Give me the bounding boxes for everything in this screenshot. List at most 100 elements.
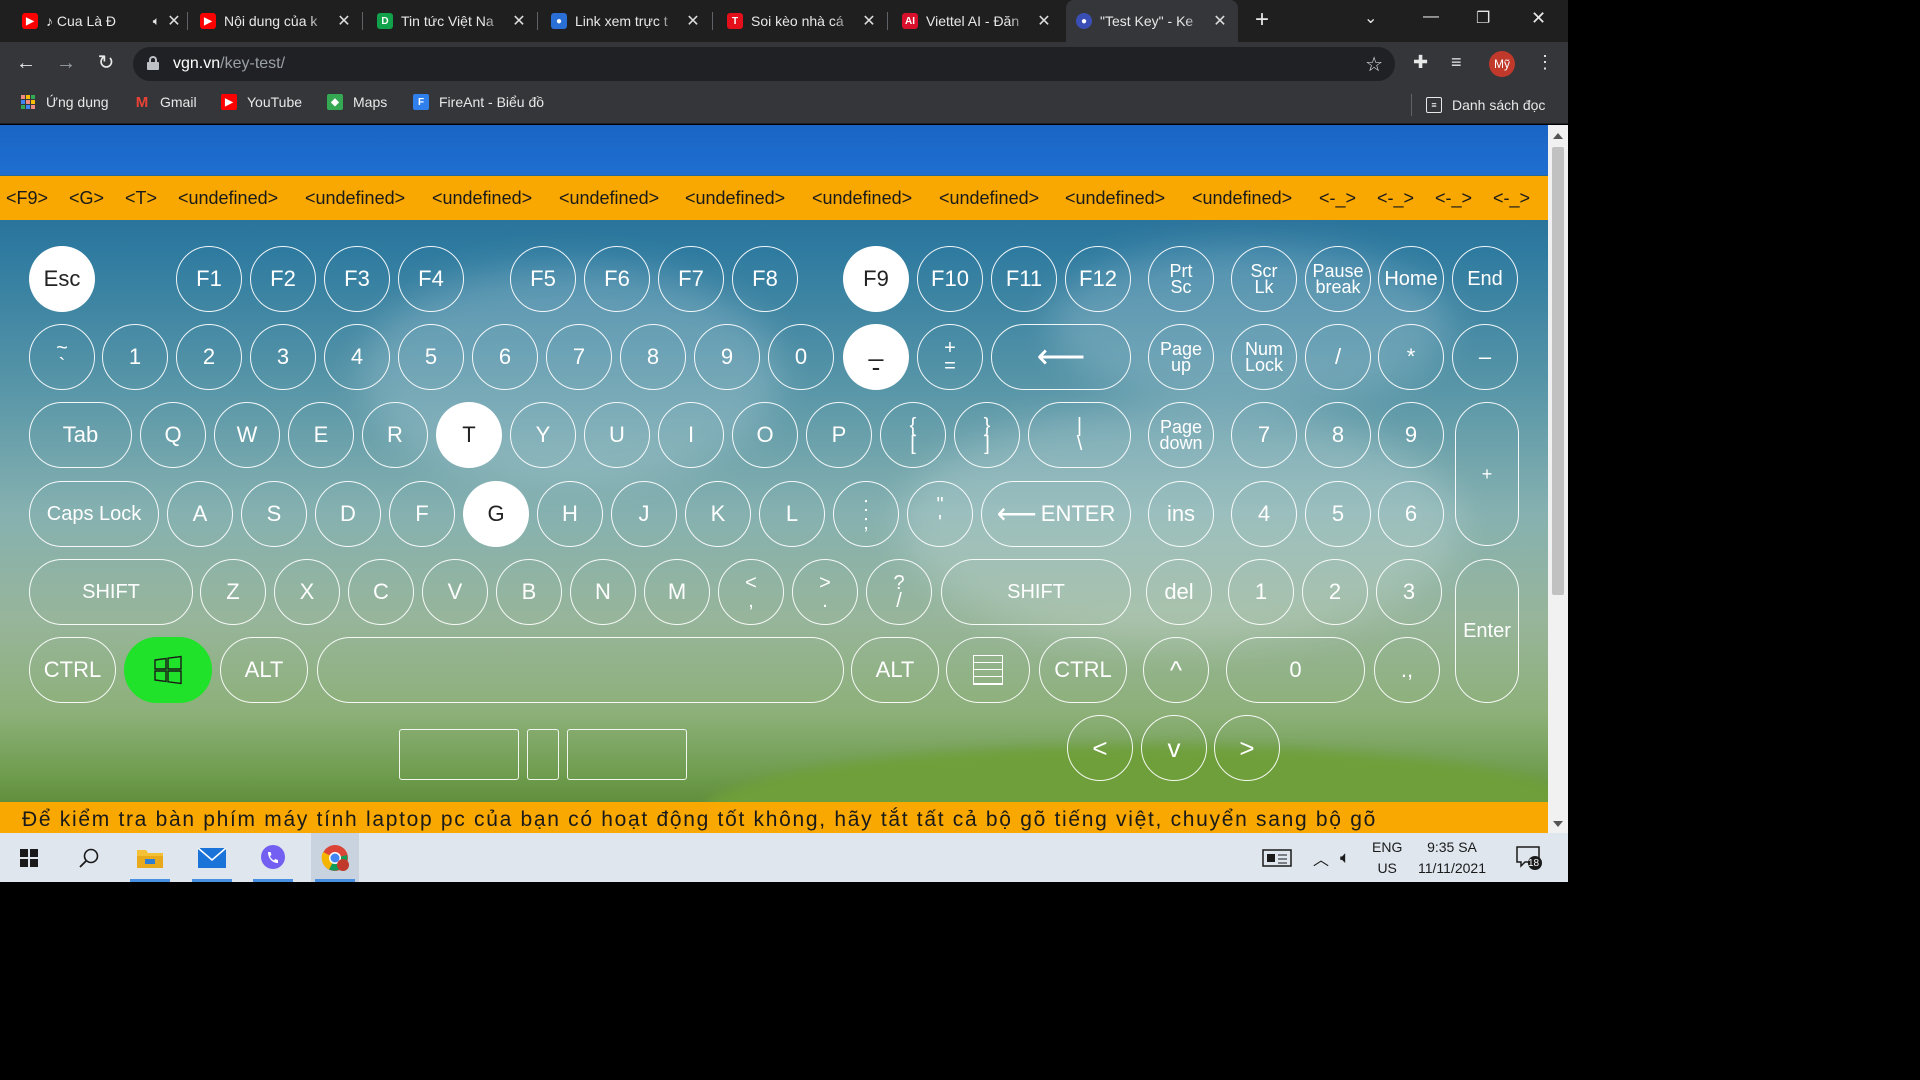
key-u[interactable]: U [584,402,650,468]
key-arrow-down[interactable]: v [1141,715,1207,781]
tab-5[interactable]: T Soi kèo nhà cá ✕ [727,6,877,36]
key-numpad-add[interactable]: + [1455,402,1519,546]
key-pause-break[interactable]: Pause break [1305,246,1371,312]
tab-4[interactable]: ● Link xem trực t ✕ [551,6,701,36]
key-f10[interactable]: F10 [917,246,983,312]
key-numpad-decimal[interactable]: ., [1374,637,1440,703]
key-enter[interactable]: ⟵ ENTER [981,481,1131,547]
key-right-bracket[interactable]: }] [954,402,1020,468]
search-button[interactable] [65,833,113,882]
key-semicolon[interactable]: :; [833,481,899,547]
start-button[interactable] [5,833,53,882]
address-bar[interactable]: vgn.vn/key-test/ ☆ [133,47,1395,81]
key-f7[interactable]: F7 [658,246,724,312]
key-t[interactable]: T [436,402,502,468]
key-c[interactable]: C [348,559,414,625]
lock-icon[interactable] [147,56,159,70]
key-quote[interactable]: " ' [907,481,973,547]
key-b[interactable]: B [496,559,562,625]
new-tab-button[interactable]: + [1255,8,1269,32]
bookmark-star-icon[interactable]: ☆ [1365,52,1383,77]
key-o[interactable]: O [732,402,798,468]
key-numpad-7[interactable]: 7 [1231,402,1297,468]
key-5[interactable]: 5 [398,324,464,390]
key-i[interactable]: I [658,402,724,468]
key-numpad-0[interactable]: 0 [1226,637,1365,703]
key-arrow-up[interactable]: ^ [1143,637,1209,703]
key-arrow-right[interactable]: > [1214,715,1280,781]
key-esc[interactable]: Esc [29,246,95,312]
reload-icon[interactable]: ↻ [94,52,118,74]
key-e[interactable]: E [288,402,354,468]
key-numpad-2[interactable]: 2 [1302,559,1368,625]
key-left-ctrl[interactable]: CTRL [29,637,116,703]
restore-icon[interactable]: ❐ [1476,8,1490,28]
key-j[interactable]: J [611,481,677,547]
tab-search-chevron-icon[interactable]: ⌄ [1364,8,1377,28]
scrollbar-thumb[interactable] [1552,147,1564,595]
show-hidden-icons-chevron-icon[interactable]: ︿ [1313,833,1329,882]
key-v[interactable]: V [422,559,488,625]
key-numpad-6[interactable]: 6 [1378,481,1444,547]
key-windows[interactable] [124,637,212,703]
key-numpad-8[interactable]: 8 [1305,402,1371,468]
key-arrow-left[interactable]: < [1067,715,1133,781]
key-f11[interactable]: F11 [991,246,1057,312]
key-period[interactable]: >. [792,559,858,625]
key-left-shift[interactable]: SHIFT [29,559,193,625]
news-widget-icon[interactable] [1262,833,1292,882]
key-w[interactable]: W [214,402,280,468]
key-f1[interactable]: F1 [176,246,242,312]
key-3[interactable]: 3 [250,324,316,390]
tab-2[interactable]: ▶ Nội dung của k ✕ [200,6,352,36]
tab-7-active[interactable]: ● "Test Key" - Ke ✕ [1066,0,1238,42]
key-0[interactable]: 0 [768,324,834,390]
url-text[interactable]: vgn.vn/key-test/ [173,55,285,73]
notification-center-icon[interactable]: 18 [1515,833,1543,882]
key-k[interactable]: K [685,481,751,547]
key-numpad-divide[interactable]: / [1305,324,1371,390]
chrome-button[interactable] [311,833,359,882]
close-icon[interactable]: ✕ [861,11,877,31]
key-1[interactable]: 1 [102,324,168,390]
key-num-lock[interactable]: Num Lock [1231,324,1297,390]
profile-avatar[interactable]: Mỹ [1489,51,1515,77]
close-icon[interactable]: ✕ [166,11,182,31]
close-window-icon[interactable]: ✕ [1531,8,1546,29]
system-clock[interactable]: 9:35 SA 11/11/2021 [1412,837,1492,879]
key-backslash[interactable]: | \ [1028,402,1131,468]
key-2[interactable]: 2 [176,324,242,390]
key-f4[interactable]: F4 [398,246,464,312]
speaker-icon[interactable]: 🔈︎ [153,14,160,29]
key-caps-lock[interactable]: Caps Lock [29,481,159,547]
key-f9[interactable]: F9 [843,246,909,312]
scroll-down-icon[interactable] [1553,821,1563,827]
key-insert[interactable]: ins [1148,481,1214,547]
bookmark-maps[interactable]: ◆ Maps [327,94,387,110]
key-home[interactable]: Home [1378,246,1444,312]
key-f3[interactable]: F3 [324,246,390,312]
key-context-menu[interactable] [946,637,1030,703]
key-left-bracket[interactable]: {[ [880,402,946,468]
key-x[interactable]: X [274,559,340,625]
media-control-icon[interactable]: ≡ [1451,52,1462,73]
key-m[interactable]: M [644,559,710,625]
file-explorer-button[interactable] [126,833,174,882]
key-q[interactable]: Q [140,402,206,468]
key-numpad-3[interactable]: 3 [1376,559,1442,625]
key-6[interactable]: 6 [472,324,538,390]
key-numpad-subtract[interactable]: – [1452,324,1518,390]
forward-arrow-icon[interactable]: → [54,52,78,74]
tab-6[interactable]: AI Viettel AI - Đăn ✕ [902,6,1052,36]
bookmark-youtube[interactable]: ▶ YouTube [221,94,302,110]
key-d[interactable]: D [315,481,381,547]
key-numpad-multiply[interactable]: * [1378,324,1444,390]
mail-button[interactable] [188,833,236,882]
minimize-icon[interactable]: — [1423,8,1439,26]
input-language-indicator[interactable]: ENG US [1372,837,1402,879]
key-left-alt[interactable]: ALT [220,637,308,703]
key-numpad-5[interactable]: 5 [1305,481,1371,547]
key-end[interactable]: End [1452,246,1518,312]
key-scroll-lock[interactable]: Scr Lk [1231,246,1297,312]
key-numpad-4[interactable]: 4 [1231,481,1297,547]
